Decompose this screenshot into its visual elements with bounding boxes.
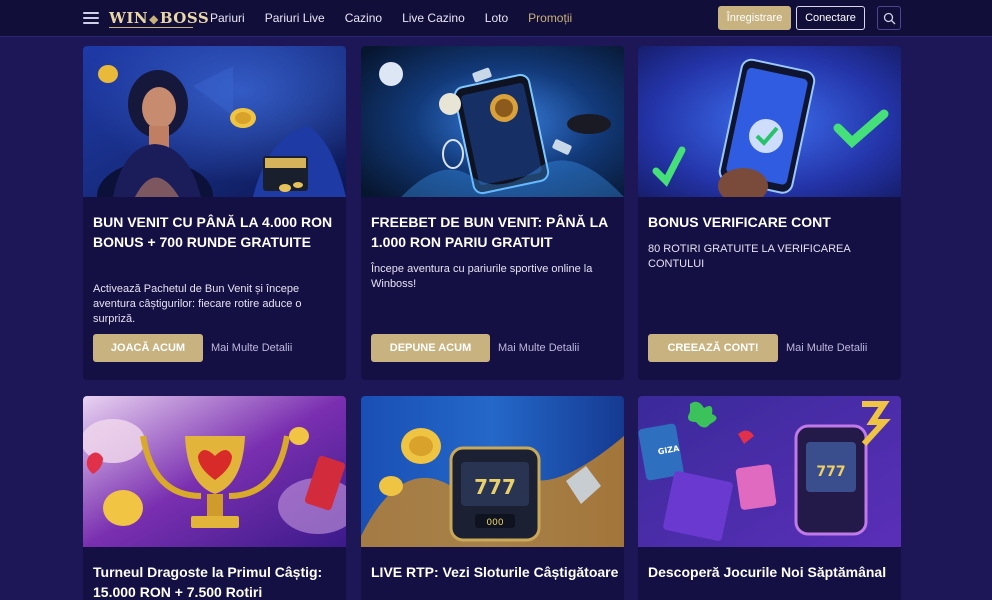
- nav-pariuri[interactable]: Pariuri: [210, 11, 245, 25]
- more-details-link[interactable]: Mai Multe Detalii: [211, 342, 292, 354]
- play-now-button[interactable]: JOACĂ ACUM: [93, 334, 203, 362]
- svg-text:777: 777: [816, 464, 845, 480]
- promo-title: BONUS VERIFICARE CONT: [648, 214, 831, 230]
- nav-live-cazino[interactable]: Live Cazino: [402, 11, 465, 25]
- nav-pariuri-live[interactable]: Pariuri Live: [265, 11, 325, 25]
- svg-text:000: 000: [486, 518, 503, 528]
- register-button[interactable]: Înregistrare: [718, 6, 791, 30]
- promo-image-new-games[interactable]: 777 GIZA: [638, 396, 901, 547]
- promo-title: BUN VENIT CU PÂNĂ LA 4.000 RON BONUS + 7…: [93, 214, 333, 250]
- promo-title: Turneul Dragoste la Primul Câștig: 15.00…: [93, 564, 323, 600]
- promo-description: Începe aventura cu pariurile sportive on…: [371, 263, 593, 290]
- search-icon: [883, 12, 895, 24]
- nav-loto[interactable]: Loto: [485, 11, 508, 25]
- promo-image-phone-sports[interactable]: [361, 46, 624, 197]
- promo-title: LIVE RTP: Vezi Sloturile Câștigătoare: [371, 564, 619, 580]
- main-nav: Pariuri Pariuri Live Cazino Live Cazino …: [210, 11, 592, 25]
- promo-card-live-rtp: 777 000 LIVE RTP: Vezi Sloturile Câștigă…: [361, 396, 624, 600]
- nav-promotii[interactable]: Promoții: [528, 11, 572, 25]
- svg-text:777: 777: [474, 475, 516, 499]
- nav-cazino[interactable]: Cazino: [345, 11, 382, 25]
- hamburger-menu-icon[interactable]: [83, 12, 99, 24]
- more-details-link[interactable]: Mai Multe Detalii: [786, 342, 867, 354]
- promo-card-tournament: Turneul Dragoste la Primul Câștig: 15.00…: [83, 396, 346, 600]
- promo-card-verification: BONUS VERIFICARE CONT 80 ROTIRI GRATUITE…: [638, 46, 901, 380]
- more-details-link[interactable]: Mai Multe Detalii: [498, 342, 579, 354]
- promo-card-freebet: FREEBET DE BUN VENIT: PÂNĂ LA 1.000 RON …: [361, 46, 624, 380]
- promo-description: Activează Pachetul de Bun Venit și încep…: [93, 283, 302, 325]
- promo-description: 80 ROTIRI GRATUITE LA VERIFICAREA CONTUL…: [648, 243, 851, 270]
- create-account-button[interactable]: CREEAZĂ CONT!: [648, 334, 778, 362]
- promo-card-welcome-casino: BUN VENIT CU PÂNĂ LA 4.000 RON BONUS + 7…: [83, 46, 346, 380]
- login-button[interactable]: Conectare: [796, 6, 865, 30]
- search-button[interactable]: [877, 6, 901, 30]
- promo-image-slot-machine[interactable]: 777 000: [361, 396, 624, 547]
- promo-title: Descoperă Jocurile Noi Săptămânal: [648, 564, 887, 580]
- logo-underline: [109, 27, 193, 28]
- promo-image-woman-treasure[interactable]: [83, 46, 346, 197]
- promo-title: FREEBET DE BUN VENIT: PÂNĂ LA 1.000 RON …: [371, 214, 608, 250]
- promo-card-new-games: 777 GIZA Descoperă Jocurile Noi Săptămân…: [638, 396, 901, 600]
- deposit-now-button[interactable]: DEPUNE ACUM: [371, 334, 490, 362]
- promo-image-trophy[interactable]: [83, 396, 346, 547]
- top-header: WIN◆BOSS Pariuri Pariuri Live Cazino Liv…: [0, 0, 992, 37]
- promo-image-phone-check[interactable]: [638, 46, 901, 197]
- winboss-logo[interactable]: WIN◆BOSS: [109, 9, 209, 28]
